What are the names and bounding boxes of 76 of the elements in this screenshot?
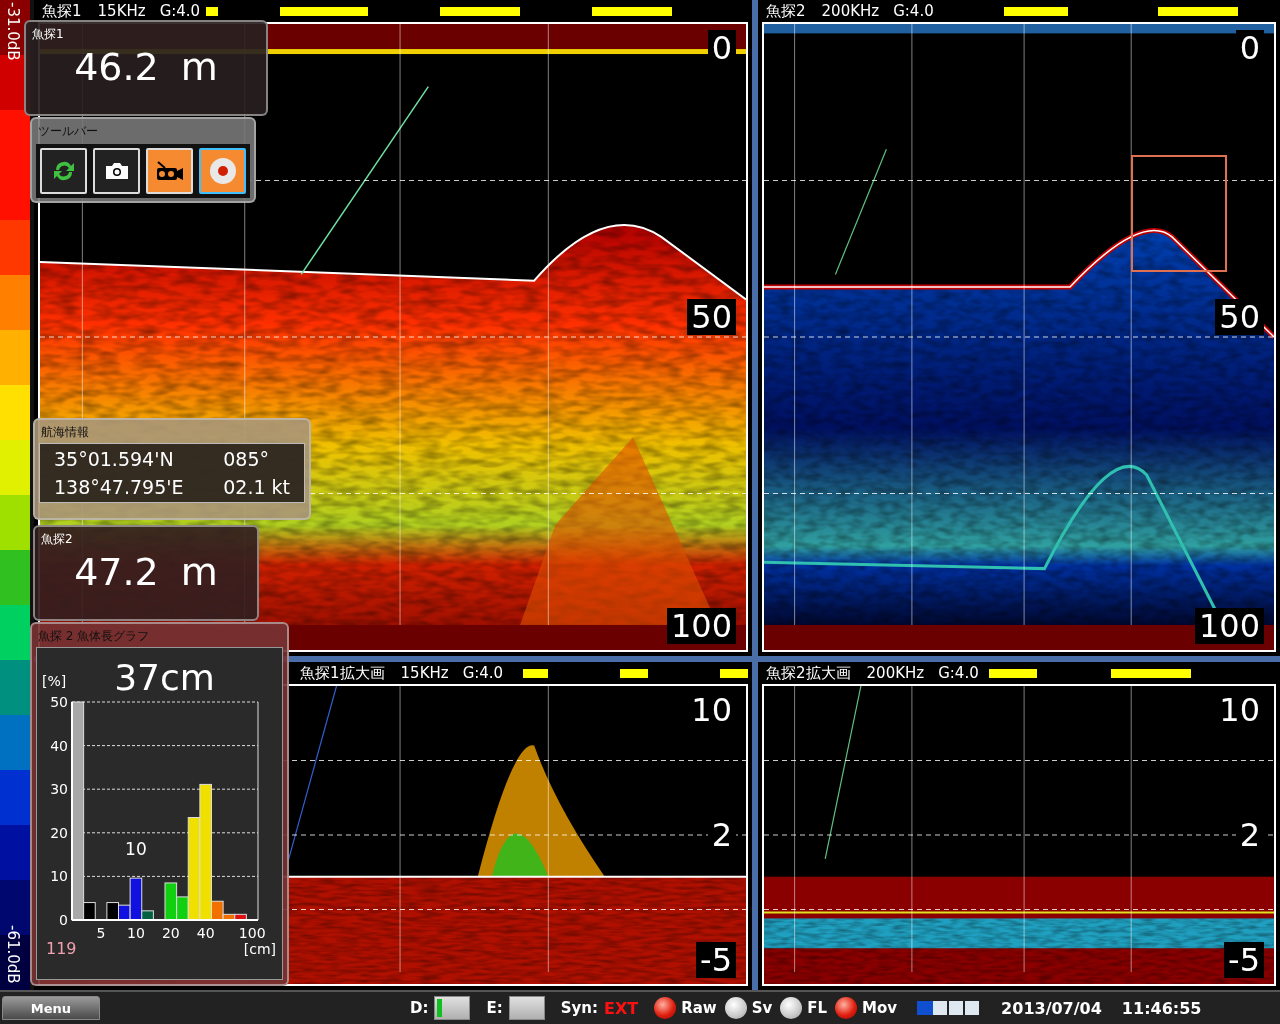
x-tick-label: 20 [161,924,180,941]
video-camera-icon [154,160,185,182]
histogram-bar [105,901,119,921]
x-tick-label: 10 [126,924,145,941]
toolbar-title: ツールバー [37,123,99,140]
depth-scale-label: 100 [666,608,736,644]
graph-title: 魚探 2 魚体長グラフ [37,628,151,645]
x-axis-label: [cm] [243,940,276,957]
depth-value: 46.2 [74,45,159,91]
scale-top-label: -31.0dB [4,2,22,61]
record-icon [208,157,237,185]
y-tick-label: 0 [58,911,68,928]
indicator-label: Sv [751,999,773,1017]
toggle-label: D: [410,999,429,1017]
scale-marker [1003,6,1068,16]
depth-unit: m [180,550,218,596]
panel-title: 魚探1 [42,1,82,21]
panel-title: 魚探1拡大画 [300,663,385,683]
panel-title: 魚探2拡大画 [766,663,851,683]
latitude-value: 35°01.594'N [54,448,175,470]
y-tick-label: 30 [49,780,68,797]
frequency-label: 15KHz [400,664,449,682]
frequency-label: 15KHz [97,2,146,20]
date-text: 2013/07/04 [1001,998,1102,1018]
sync-value: EXT [603,998,639,1018]
length-reading: 37cm [114,658,215,698]
y-tick-label: 50 [49,693,68,710]
readout-title: 魚探2 [40,531,74,548]
gain-label: G:4.0 [159,2,201,20]
video-camera-button[interactable] [146,148,193,194]
record-button[interactable] [199,148,246,194]
y-tick-label: 10 [49,868,68,884]
annotation-label: 10 [124,838,147,859]
scale-marker [988,668,1037,678]
x-tick-label: 100 [238,924,266,941]
scale-marker [523,668,549,678]
toggle-switch[interactable] [434,996,471,1020]
x-tick-label: 40 [196,924,215,941]
time-text: 11:46:55 [1121,998,1202,1018]
sync-label: Syn: [560,999,598,1017]
gain-label: G:4.0 [938,664,979,682]
scale-marker [206,6,219,16]
frequency-label: 200KHz [821,2,880,20]
toggle-label: E: [486,999,503,1017]
panel-title: 魚探2 [766,1,806,21]
depth-scale-label: -5 [696,942,736,978]
menu-button[interactable]: Menu [2,996,100,1020]
camera-icon [103,161,130,181]
y-tick-label: 20 [49,824,68,841]
scale-marker [719,668,748,678]
readout-title: 魚探1 [31,26,65,43]
camera-button[interactable] [93,148,140,194]
depth-scale-label: 100 [1194,608,1264,644]
indicator-label: FL [807,999,828,1017]
depth-scale-label: 50 [687,299,736,336]
indicator-label: Raw [681,999,717,1017]
frequency-label: 200KHz [866,664,925,682]
depth-value: 47.2 [74,550,159,596]
heading-value: 085° [223,448,270,470]
scale-bottom-label: -61.0dB [4,925,22,984]
depth-scale-label: -5 [1224,942,1264,978]
depth-unit: m [180,45,218,91]
y-tick-label: 40 [49,737,68,754]
longitude-value: 138°47.795'E [54,476,185,498]
navigation-title: 航海情報 [40,424,90,441]
scale-marker [620,668,648,678]
y-axis-label: [%] [41,672,66,689]
gain-label: G:4.0 [893,2,934,20]
gain-label: G:4.0 [462,664,504,682]
refresh-button[interactable] [40,148,87,194]
depth-scale-label: 50 [1215,299,1264,336]
x-tick-label: 5 [96,924,105,941]
speed-value: 02.1 kt [223,476,290,498]
fish-count: 119 [45,938,77,958]
toggle-switch[interactable] [508,996,545,1020]
indicator-label: Mov [862,999,898,1017]
